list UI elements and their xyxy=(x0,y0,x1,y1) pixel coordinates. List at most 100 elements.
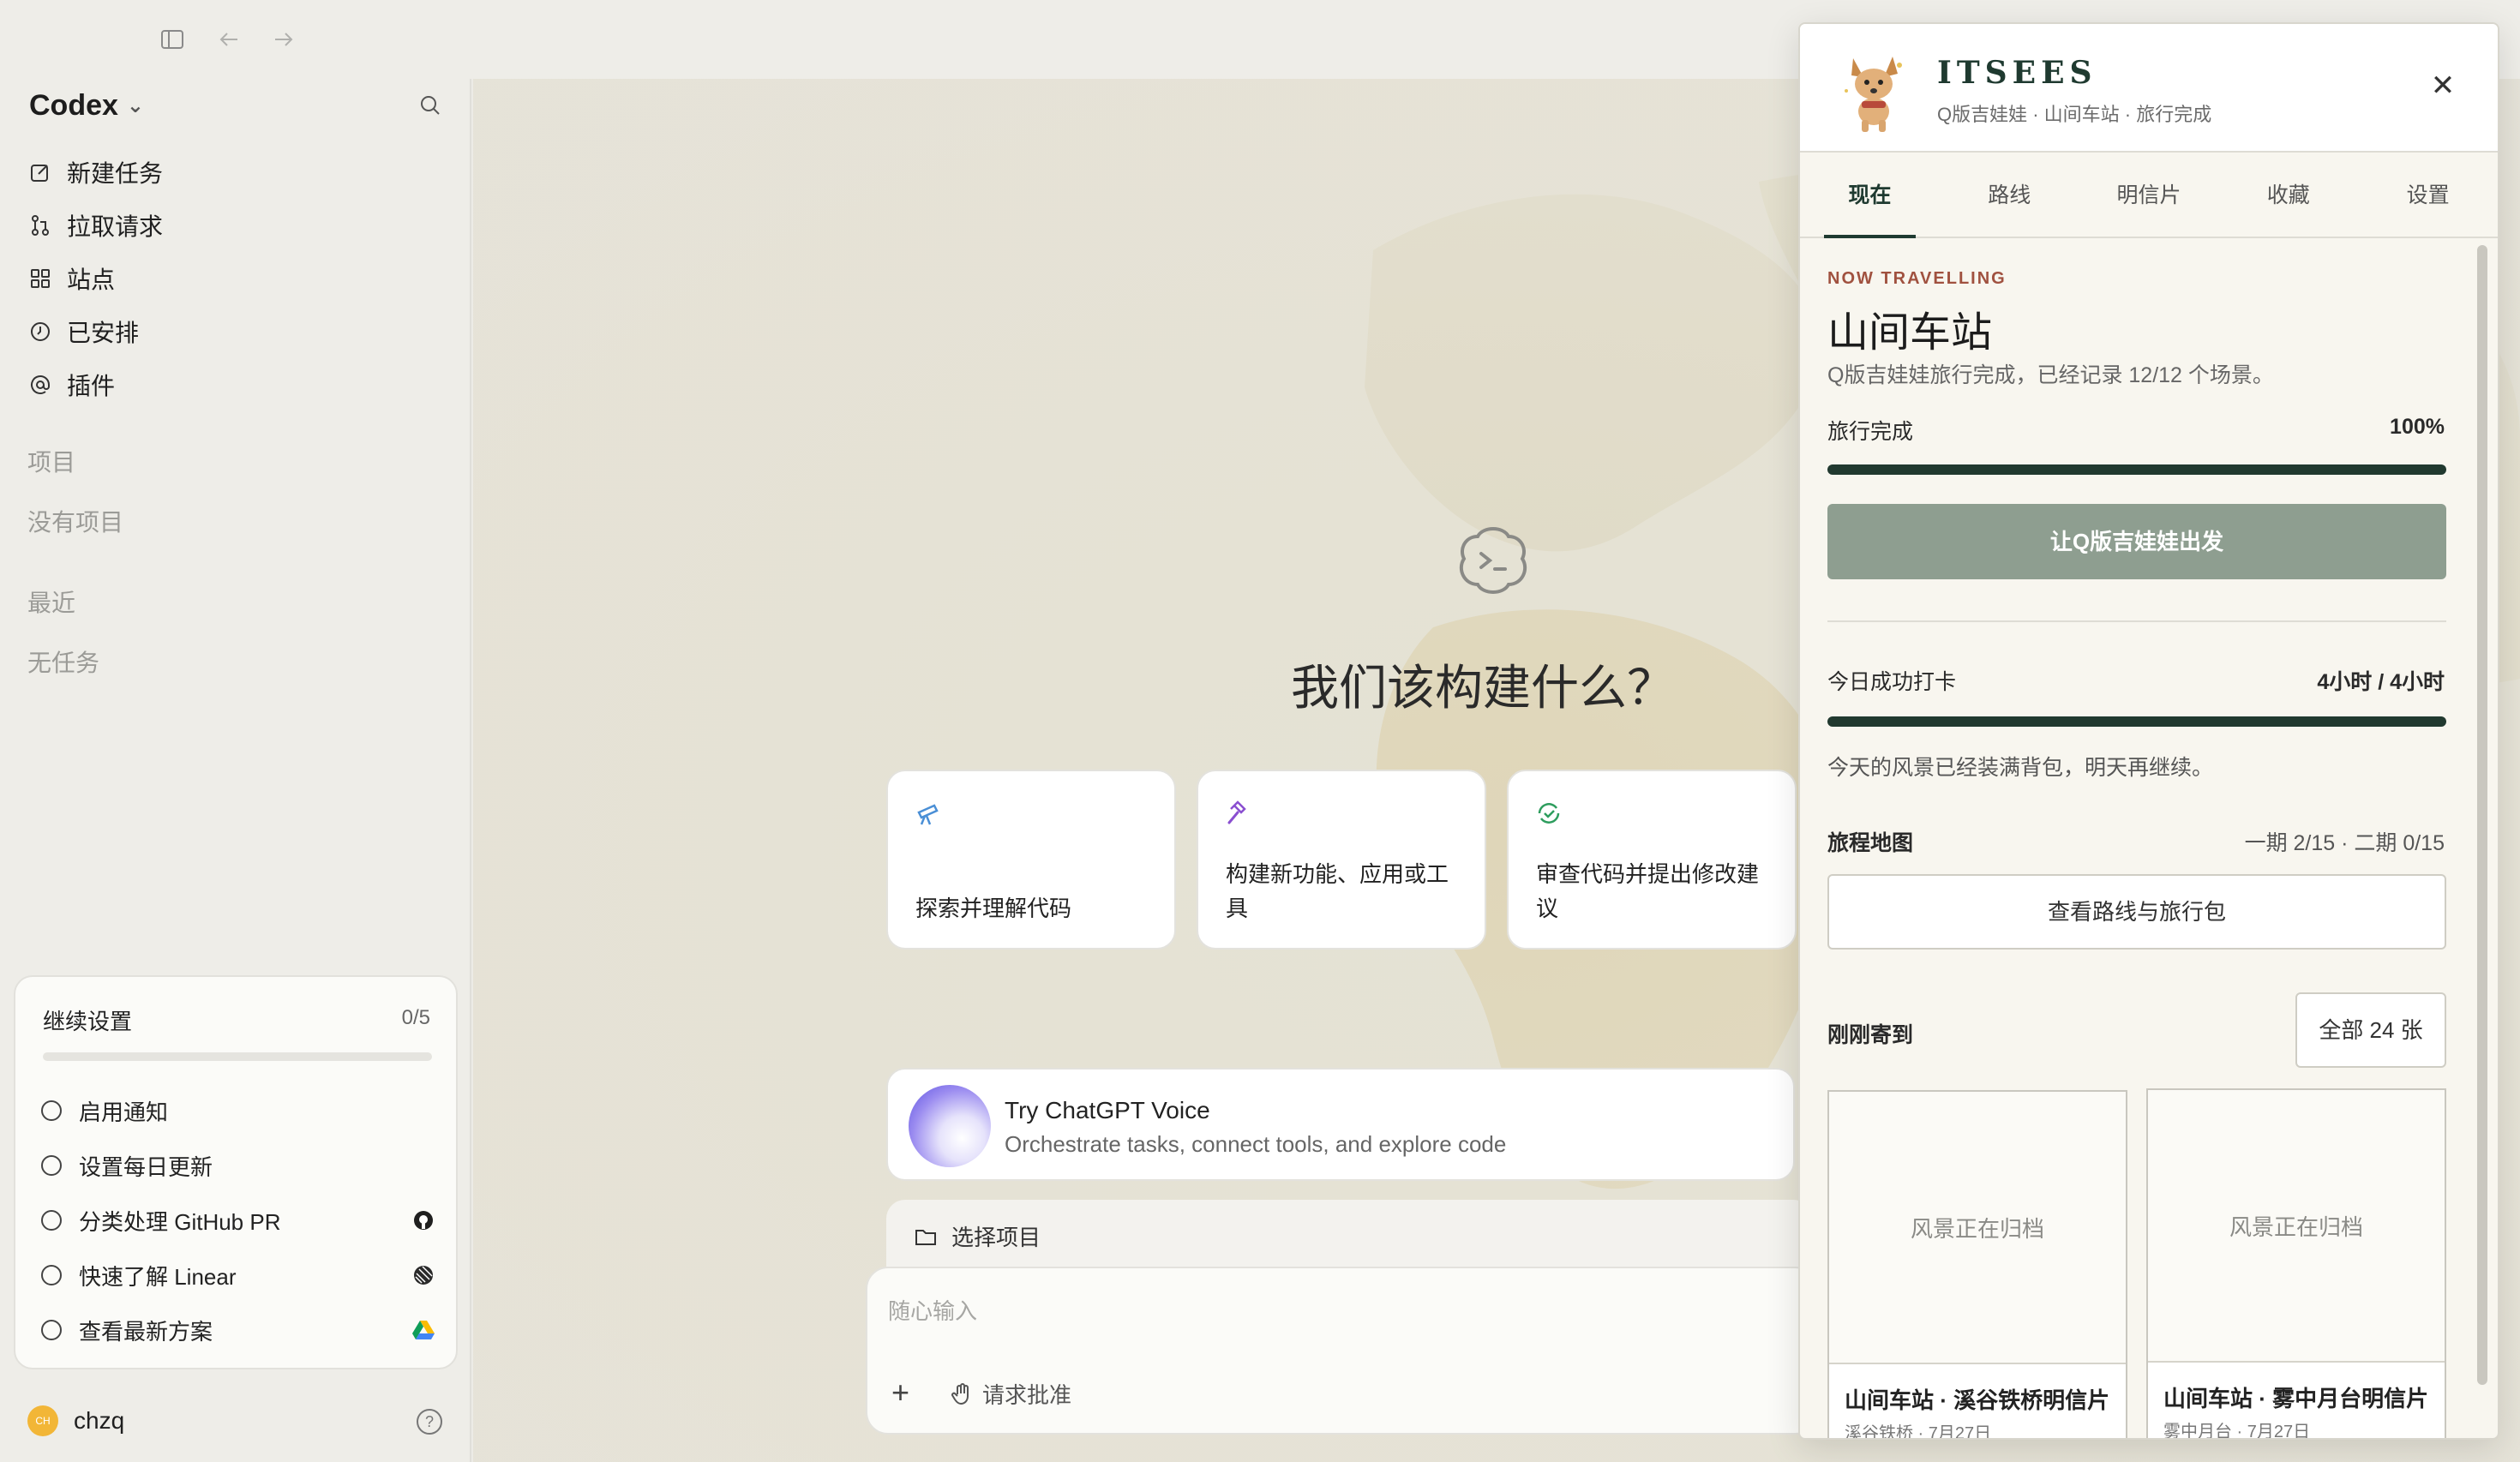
back-arrow-icon[interactable] xyxy=(216,27,242,57)
nav-new-task[interactable]: 新建任务 xyxy=(27,153,163,192)
postcard[interactable]: 风景正在归档 山间车站 · 雾中月台明信片 雾中月台 · 7月27日 xyxy=(2146,1088,2446,1440)
sidebar-toggle-icon[interactable] xyxy=(159,27,185,57)
setup-item-label: 设置每日更新 xyxy=(79,1153,213,1180)
card-review-code[interactable]: 审查代码并提出修改建议 xyxy=(1507,770,1797,950)
checkin-value: 4小时 / 4小时 xyxy=(2317,670,2445,694)
radio-icon xyxy=(41,1155,62,1176)
card-label: 探索并理解代码 xyxy=(915,896,1072,921)
setup-item-notifications[interactable]: 启用通知 xyxy=(41,1094,435,1128)
recent-heading: 最近 xyxy=(27,590,76,616)
place-description: Q版吉娃娃旅行完成，已经记录 12/12 个场景。 xyxy=(1827,363,2274,387)
postcard[interactable]: 风景正在归档 山间车站 · 溪谷铁桥明信片 溪谷铁桥 · 7月27日 xyxy=(1827,1090,2127,1438)
tab-now[interactable]: 现在 xyxy=(1800,153,1940,238)
divider xyxy=(1827,620,2446,622)
postcard-title: 山间车站 · 溪谷铁桥明信片 xyxy=(1845,1387,2110,1413)
travel-progress-value: 100% xyxy=(2390,415,2445,439)
setup-item-daily-update[interactable]: 设置每日更新 xyxy=(41,1148,435,1183)
telescope-icon xyxy=(917,804,939,825)
user-profile[interactable]: CH chzq xyxy=(27,1405,124,1436)
panel-scrollbar[interactable] xyxy=(2477,245,2487,1385)
tab-postcards[interactable]: 明信片 xyxy=(2079,153,2219,237)
setup-title: 继续设置 xyxy=(43,1009,133,1034)
brand-name: Codex xyxy=(29,89,118,122)
github-icon xyxy=(411,1208,435,1232)
voice-orb-icon xyxy=(909,1085,991,1167)
panel-tabs: 现在 路线 明信片 收藏 设置 xyxy=(1800,153,2498,238)
nav-pull-requests[interactable]: 拉取请求 xyxy=(27,206,163,245)
chihuahua-logo-icon xyxy=(1845,57,1902,132)
nav-label: 插件 xyxy=(67,373,116,399)
sites-grid-icon xyxy=(27,266,53,291)
voice-banner[interactable]: Try ChatGPT Voice Orchestrate tasks, con… xyxy=(886,1068,1795,1181)
tab-favorites[interactable]: 收藏 xyxy=(2218,153,2358,237)
checkin-label: 今日成功打卡 xyxy=(1827,670,1957,694)
setup-item-github[interactable]: 分类处理 GitHub PR xyxy=(41,1203,435,1237)
card-label: 审查代码并提出修改建议 xyxy=(1536,861,1760,921)
tab-route[interactable]: 路线 xyxy=(1940,153,2079,237)
voice-subtitle: Orchestrate tasks, connect tools, and ex… xyxy=(1005,1131,1507,1157)
radio-icon xyxy=(41,1100,62,1121)
postcard-title: 山间车站 · 雾中月台明信片 xyxy=(2163,1386,2429,1411)
review-icon xyxy=(1538,803,1560,824)
setup-item-linear[interactable]: 快速了解 Linear xyxy=(41,1258,435,1292)
nav-scheduled[interactable]: 已安排 xyxy=(27,312,139,351)
composer-input[interactable]: 随心输入 xyxy=(888,1294,977,1326)
avatar: CH xyxy=(27,1405,58,1436)
approval-mode-button[interactable]: 请求批准 xyxy=(950,1378,1071,1410)
checkin-note: 今天的风景已经装满背包，明天再继续。 xyxy=(1827,756,2214,780)
main-headline: 我们该构建什么？ xyxy=(1291,661,1675,715)
tab-settings[interactable]: 设置 xyxy=(2358,153,2498,237)
card-explore-code[interactable]: 探索并理解代码 xyxy=(886,770,1176,950)
travel-progress-bar xyxy=(1827,464,2446,475)
approval-label: 请求批准 xyxy=(982,1382,1072,1408)
travel-progress-label: 旅行完成 xyxy=(1827,420,1914,444)
composer[interactable]: 随心输入 + 请求批准 xyxy=(866,1267,1817,1435)
current-place: 山间车站 xyxy=(1827,309,1993,357)
panel-subtitle: Q版吉娃娃 · 山间车站 · 旅行完成 xyxy=(1937,104,2212,125)
projects-heading: 项目 xyxy=(27,449,76,476)
setup-item-label: 分类处理 GitHub PR xyxy=(79,1208,281,1235)
add-attachment-icon[interactable]: + xyxy=(891,1375,909,1411)
route-button[interactable]: 查看路线与旅行包 xyxy=(1827,874,2446,950)
workspace-switcher[interactable]: Codex ⌄ xyxy=(29,89,144,123)
projects-empty: 没有项目 xyxy=(27,509,124,536)
project-select-label: 选择项目 xyxy=(951,1225,1041,1250)
postcard-meta: 雾中月台 · 7月27日 xyxy=(2163,1423,2311,1440)
map-label: 旅程地图 xyxy=(1827,831,1914,855)
map-value: 一期 2/15 · 二期 0/15 xyxy=(2244,831,2445,855)
recent-label: 刚刚寄到 xyxy=(1827,1023,1914,1047)
card-label: 构建新功能、应用或工具 xyxy=(1226,861,1449,921)
radio-icon xyxy=(41,1265,62,1285)
panel-title: ITSEES xyxy=(1937,55,2097,91)
setup-item-plans[interactable]: 查看最新方案 xyxy=(41,1313,435,1347)
all-postcards-button[interactable]: 全部 24 张 xyxy=(2295,992,2446,1068)
codex-cloud-icon xyxy=(1459,527,1527,594)
nav-plugins[interactable]: 插件 xyxy=(27,365,115,404)
forward-arrow-icon[interactable] xyxy=(271,27,297,57)
radio-icon xyxy=(41,1320,62,1340)
checkin-progress-fill xyxy=(1827,716,2446,727)
folder-icon xyxy=(915,1229,936,1245)
setup-progress-bar xyxy=(43,1052,432,1061)
postcard-placeholder: 风景正在归档 xyxy=(2148,1090,2445,1363)
help-icon[interactable]: ? xyxy=(417,1409,442,1435)
linear-icon xyxy=(411,1263,435,1287)
search-icon[interactable] xyxy=(417,92,444,119)
setup-card: 继续设置 0/5 启用通知 设置每日更新 分类处理 GitHub PR 快速了解… xyxy=(14,975,458,1369)
chevron-down-icon: ⌄ xyxy=(126,94,145,117)
nav-sites[interactable]: 站点 xyxy=(27,259,115,298)
voice-title: Try ChatGPT Voice xyxy=(1005,1097,1210,1123)
radio-icon xyxy=(41,1210,62,1231)
nav-label: 已安排 xyxy=(67,320,140,346)
nav-label: 新建任务 xyxy=(67,160,164,187)
drive-icon xyxy=(411,1318,435,1342)
card-build-feature[interactable]: 构建新功能、应用或工具 xyxy=(1197,770,1486,950)
depart-button[interactable]: 让Q版吉娃娃出发 xyxy=(1827,504,2446,579)
close-icon[interactable]: ✕ xyxy=(2426,69,2460,103)
now-travelling-label: NOW TRAVELLING xyxy=(1827,269,2007,288)
new-task-icon xyxy=(27,159,53,185)
itsees-panel: ITSEES Q版吉娃娃 · 山间车站 · 旅行完成 ✕ 现在 路线 明信片 收… xyxy=(1798,22,2499,1440)
setup-count: 0/5 xyxy=(401,1006,430,1029)
clock-icon xyxy=(27,319,53,345)
project-selector[interactable]: 选择项目 xyxy=(886,1200,1812,1268)
